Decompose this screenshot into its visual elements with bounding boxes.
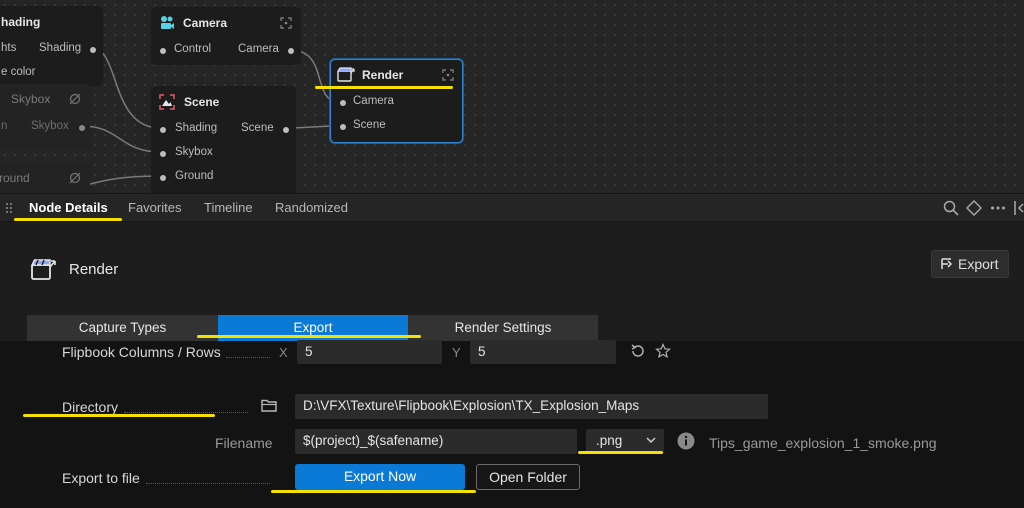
node-graph[interactable]: hading hts Shading e color Skybox n Skyb…	[0, 0, 1024, 193]
render-icon	[30, 259, 56, 280]
input-skybox-label: Skybox	[175, 146, 213, 158]
input-scene-label: Scene	[353, 119, 386, 131]
flipbook-columns-input[interactable]: 5	[297, 340, 442, 364]
render-icon	[337, 67, 355, 82]
export-button[interactable]: Export	[931, 250, 1009, 278]
flipbook-columns-rows-label: Flipbook Columns / Rows	[62, 344, 221, 360]
label-leader	[146, 483, 270, 484]
output-port[interactable]	[288, 48, 294, 54]
output-shading-label: Shading	[39, 42, 82, 54]
label-leader	[124, 412, 248, 413]
highlight-underline	[578, 451, 663, 454]
export-icon	[941, 258, 953, 269]
output-port[interactable]	[79, 125, 85, 131]
filename-label: Filename	[215, 435, 273, 451]
tab-capture-types[interactable]: Capture Types	[27, 315, 218, 341]
render-node[interactable]: Render Camera Scene	[330, 59, 463, 143]
output-port[interactable]	[90, 47, 96, 53]
input-control-label: Control	[174, 43, 212, 55]
panel-tab-bar: Node Details Favorites Timeline Randomiz…	[0, 193, 1024, 222]
highlight-underline	[14, 218, 122, 221]
directory-label: Directory	[62, 399, 119, 415]
highlight-underline	[271, 490, 476, 493]
chevron-down-icon	[646, 437, 656, 444]
tab-randomized[interactable]: Randomized	[275, 200, 348, 215]
node-title: Render	[69, 261, 119, 278]
export-settings-form: Flipbook Columns / Rows X 5 Y 5 Director…	[0, 340, 1024, 508]
info-icon[interactable]	[677, 432, 695, 450]
input-lights-label: hts	[1, 42, 17, 54]
node-title: round	[0, 171, 30, 185]
output-skybox-label: Skybox	[31, 120, 69, 132]
tab-timeline[interactable]: Timeline	[204, 200, 253, 215]
node-title: Scene	[184, 95, 220, 109]
input-shading-label: Shading	[175, 122, 218, 134]
input-port[interactable]	[340, 124, 346, 130]
skybox-node[interactable]: Skybox n Skybox	[0, 84, 90, 150]
node-title: hading	[1, 15, 41, 29]
diamond-icon[interactable]	[965, 199, 983, 217]
node-title: Camera	[183, 16, 228, 30]
focus-icon[interactable]	[442, 69, 454, 81]
camera-icon	[161, 16, 174, 29]
node-title: Skybox	[11, 92, 51, 106]
export-button-label: Export	[958, 256, 999, 272]
drag-handle-icon[interactable]	[5, 202, 13, 214]
hidden-icon[interactable]	[69, 172, 81, 184]
input-label: n	[1, 120, 8, 132]
search-icon[interactable]	[942, 199, 960, 217]
collapse-icon[interactable]	[1011, 199, 1024, 217]
input-port[interactable]	[160, 175, 166, 181]
x-axis-label: X	[279, 345, 288, 360]
highlight-underline	[197, 335, 421, 338]
input-ground-label: Ground	[175, 170, 214, 182]
more-icon[interactable]	[989, 199, 1007, 217]
input-port[interactable]	[340, 100, 346, 106]
highlight-underline	[23, 414, 215, 417]
tab-favorites[interactable]: Favorites	[128, 200, 181, 215]
tab-render-settings[interactable]: Render Settings	[408, 315, 598, 341]
input-port[interactable]	[160, 127, 166, 133]
flipbook-rows-input[interactable]: 5	[470, 340, 616, 364]
focus-icon[interactable]	[280, 17, 292, 29]
shading-node[interactable]: hading hts Shading e color	[0, 6, 103, 86]
node-title: Render	[362, 68, 404, 82]
open-folder-button[interactable]: Open Folder	[476, 464, 580, 490]
folder-icon[interactable]	[261, 398, 278, 413]
output-camera-label: Camera	[238, 43, 279, 55]
output-port[interactable]	[283, 127, 289, 133]
input-color-label: e color	[1, 66, 36, 78]
star-icon[interactable]	[655, 343, 671, 359]
output-scene-label: Scene	[241, 122, 274, 134]
resolved-filename: Tips_game_explosion_1_smoke.png	[709, 435, 937, 451]
reset-icon[interactable]	[630, 343, 646, 359]
export-to-file-label: Export to file	[62, 470, 140, 486]
hidden-icon[interactable]	[69, 93, 81, 105]
node-details-panel: Render Export Capture Types Export Rende…	[0, 222, 1024, 342]
input-port[interactable]	[160, 151, 166, 157]
y-axis-label: Y	[452, 345, 461, 360]
input-port[interactable]	[160, 48, 166, 54]
extension-value: .png	[596, 433, 623, 448]
tab-node-details[interactable]: Node Details	[29, 200, 108, 215]
scene-icon	[159, 94, 175, 110]
filename-input[interactable]: $(project)_$(safename)	[295, 429, 577, 454]
directory-input[interactable]: D:\VFX\Texture\Flipbook\Explosion\TX_Exp…	[295, 394, 768, 419]
label-leader	[226, 357, 270, 358]
highlight-underline	[315, 86, 453, 89]
scene-node[interactable]: Scene Shading Scene Skybox Ground	[151, 86, 296, 193]
input-camera-label: Camera	[353, 95, 394, 107]
export-now-button[interactable]: Export Now	[295, 464, 465, 490]
ground-node[interactable]: round	[0, 163, 90, 193]
camera-node[interactable]: Camera Control Camera	[151, 7, 301, 65]
